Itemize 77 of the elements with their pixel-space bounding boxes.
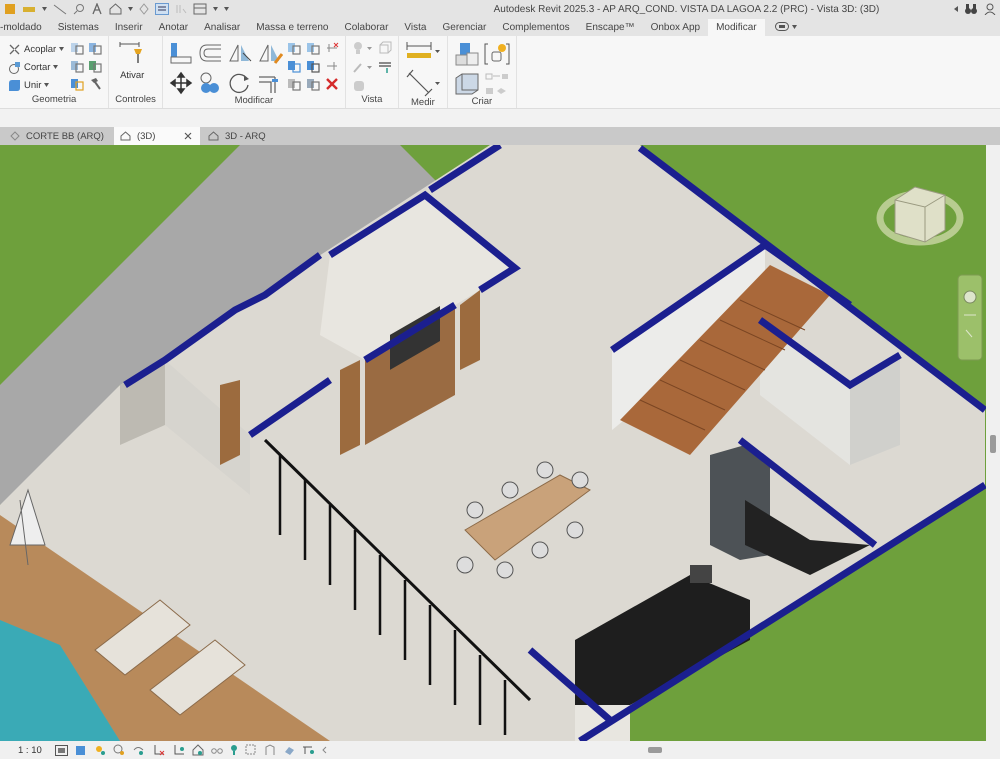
chevron-left-icon[interactable]	[322, 746, 327, 754]
detail-level-icon[interactable]	[55, 744, 68, 756]
cut-icon[interactable]	[8, 60, 21, 74]
panel-label: Controles	[115, 94, 156, 107]
bulb-icon[interactable]	[230, 744, 238, 756]
lock-view-icon[interactable]	[192, 744, 204, 756]
panel-label: Medir	[410, 97, 436, 108]
activate-button[interactable]: Ativar	[115, 39, 150, 94]
binoculars-icon[interactable]	[964, 3, 978, 15]
paint-icon[interactable]	[70, 77, 84, 91]
dimension-icon[interactable]	[404, 41, 441, 61]
panel-label: Geometria	[30, 94, 78, 107]
ribbon-tab[interactable]: Gerenciar	[434, 19, 494, 36]
render-icon[interactable]	[132, 744, 145, 756]
view-cube-icon[interactable]	[876, 186, 964, 246]
shadows-icon[interactable]	[113, 744, 125, 756]
move-icon[interactable]	[168, 71, 193, 95]
panel-toggle-icon[interactable]	[774, 22, 789, 31]
pin-small-icon[interactable]	[324, 59, 339, 73]
ribbon-tab[interactable]: Complementos	[494, 19, 578, 36]
ribbon-tab[interactable]: Colaborar	[336, 19, 396, 36]
ribbon-tab[interactable]: -moldado	[0, 19, 50, 36]
join-icon[interactable]	[8, 42, 21, 56]
tool-button[interactable]: Unir	[6, 77, 52, 93]
caret-icon[interactable]	[213, 7, 218, 11]
scrollbar[interactable]	[986, 145, 1000, 741]
visual-style-icon[interactable]	[75, 744, 87, 756]
scale-label[interactable]: 1 : 10	[18, 744, 48, 756]
crop-icon[interactable]	[152, 744, 165, 756]
scroll-thumb[interactable]	[990, 435, 996, 453]
user-icon[interactable]	[984, 3, 996, 15]
ribbon-tab[interactable]: Massa e terreno	[248, 19, 336, 36]
panel-label: Vista	[360, 94, 384, 107]
text-icon[interactable]	[91, 3, 103, 15]
view-tab[interactable]: CORTE BB (ARQ)	[4, 127, 112, 145]
close-icon[interactable]	[184, 132, 192, 140]
crop-region-icon[interactable]	[172, 744, 185, 756]
ribbon-tab[interactable]: Modificar	[708, 19, 765, 36]
window-title: Autodesk Revit 2025.3 - AP ARQ_COND. VISTA DA LAGOA 2.2 (PRC) - Vista 3D: (3D)	[492, 4, 880, 14]
ribbon-tab[interactable]: Onbox App	[642, 19, 708, 36]
ribbon-tab[interactable]: Sistemas	[50, 19, 107, 36]
panel-label: Modificar	[234, 95, 274, 108]
delete-icon[interactable]	[324, 77, 339, 91]
wall-panel-icon[interactable]	[454, 72, 480, 96]
tool-button[interactable]: Acoplar	[6, 41, 66, 57]
unite-icon[interactable]	[8, 78, 21, 92]
ribbon-tab[interactable]: Inserir	[106, 19, 151, 36]
measure-icon[interactable]	[404, 67, 441, 97]
dimension-line-icon[interactable]	[53, 3, 67, 15]
home-icon[interactable]	[109, 3, 122, 15]
sun-group-icon[interactable]	[484, 41, 510, 67]
house-icon	[208, 131, 219, 141]
thin-lines-icon[interactable]	[155, 3, 169, 15]
ribbon-tab[interactable]: Analisar	[196, 19, 248, 36]
ribbon-tab[interactable]: Enscape™	[578, 19, 643, 36]
line-weight-icon[interactable]	[378, 60, 392, 74]
caret-icon[interactable]	[44, 83, 50, 87]
view-tab[interactable]: (3D)	[114, 127, 200, 145]
caret-icon[interactable]	[59, 47, 64, 51]
house-icon	[120, 131, 131, 141]
sun-icon[interactable]	[94, 744, 106, 756]
caret-left-icon[interactable]	[954, 6, 958, 12]
unpin-icon[interactable]	[324, 41, 339, 55]
switch-windows-icon[interactable]	[193, 3, 207, 15]
view-tab[interactable]: 3D - ARQ	[202, 127, 274, 145]
tool-button[interactable]: Cortar	[6, 59, 60, 75]
caret-icon[interactable]	[128, 7, 133, 11]
caret-icon[interactable]	[53, 65, 58, 69]
caret-icon[interactable]	[792, 24, 797, 28]
blocks-icon[interactable]	[454, 41, 480, 67]
scroll-thumb[interactable]	[648, 747, 662, 753]
panel-label: Criar	[470, 96, 494, 108]
ribbon-tab[interactable]: Vista	[396, 19, 434, 36]
align-icon[interactable]	[168, 41, 193, 65]
ribbon-tab[interactable]: Anotar	[150, 19, 196, 36]
caret-icon[interactable]	[42, 7, 47, 11]
navigation-bar[interactable]	[958, 274, 982, 360]
